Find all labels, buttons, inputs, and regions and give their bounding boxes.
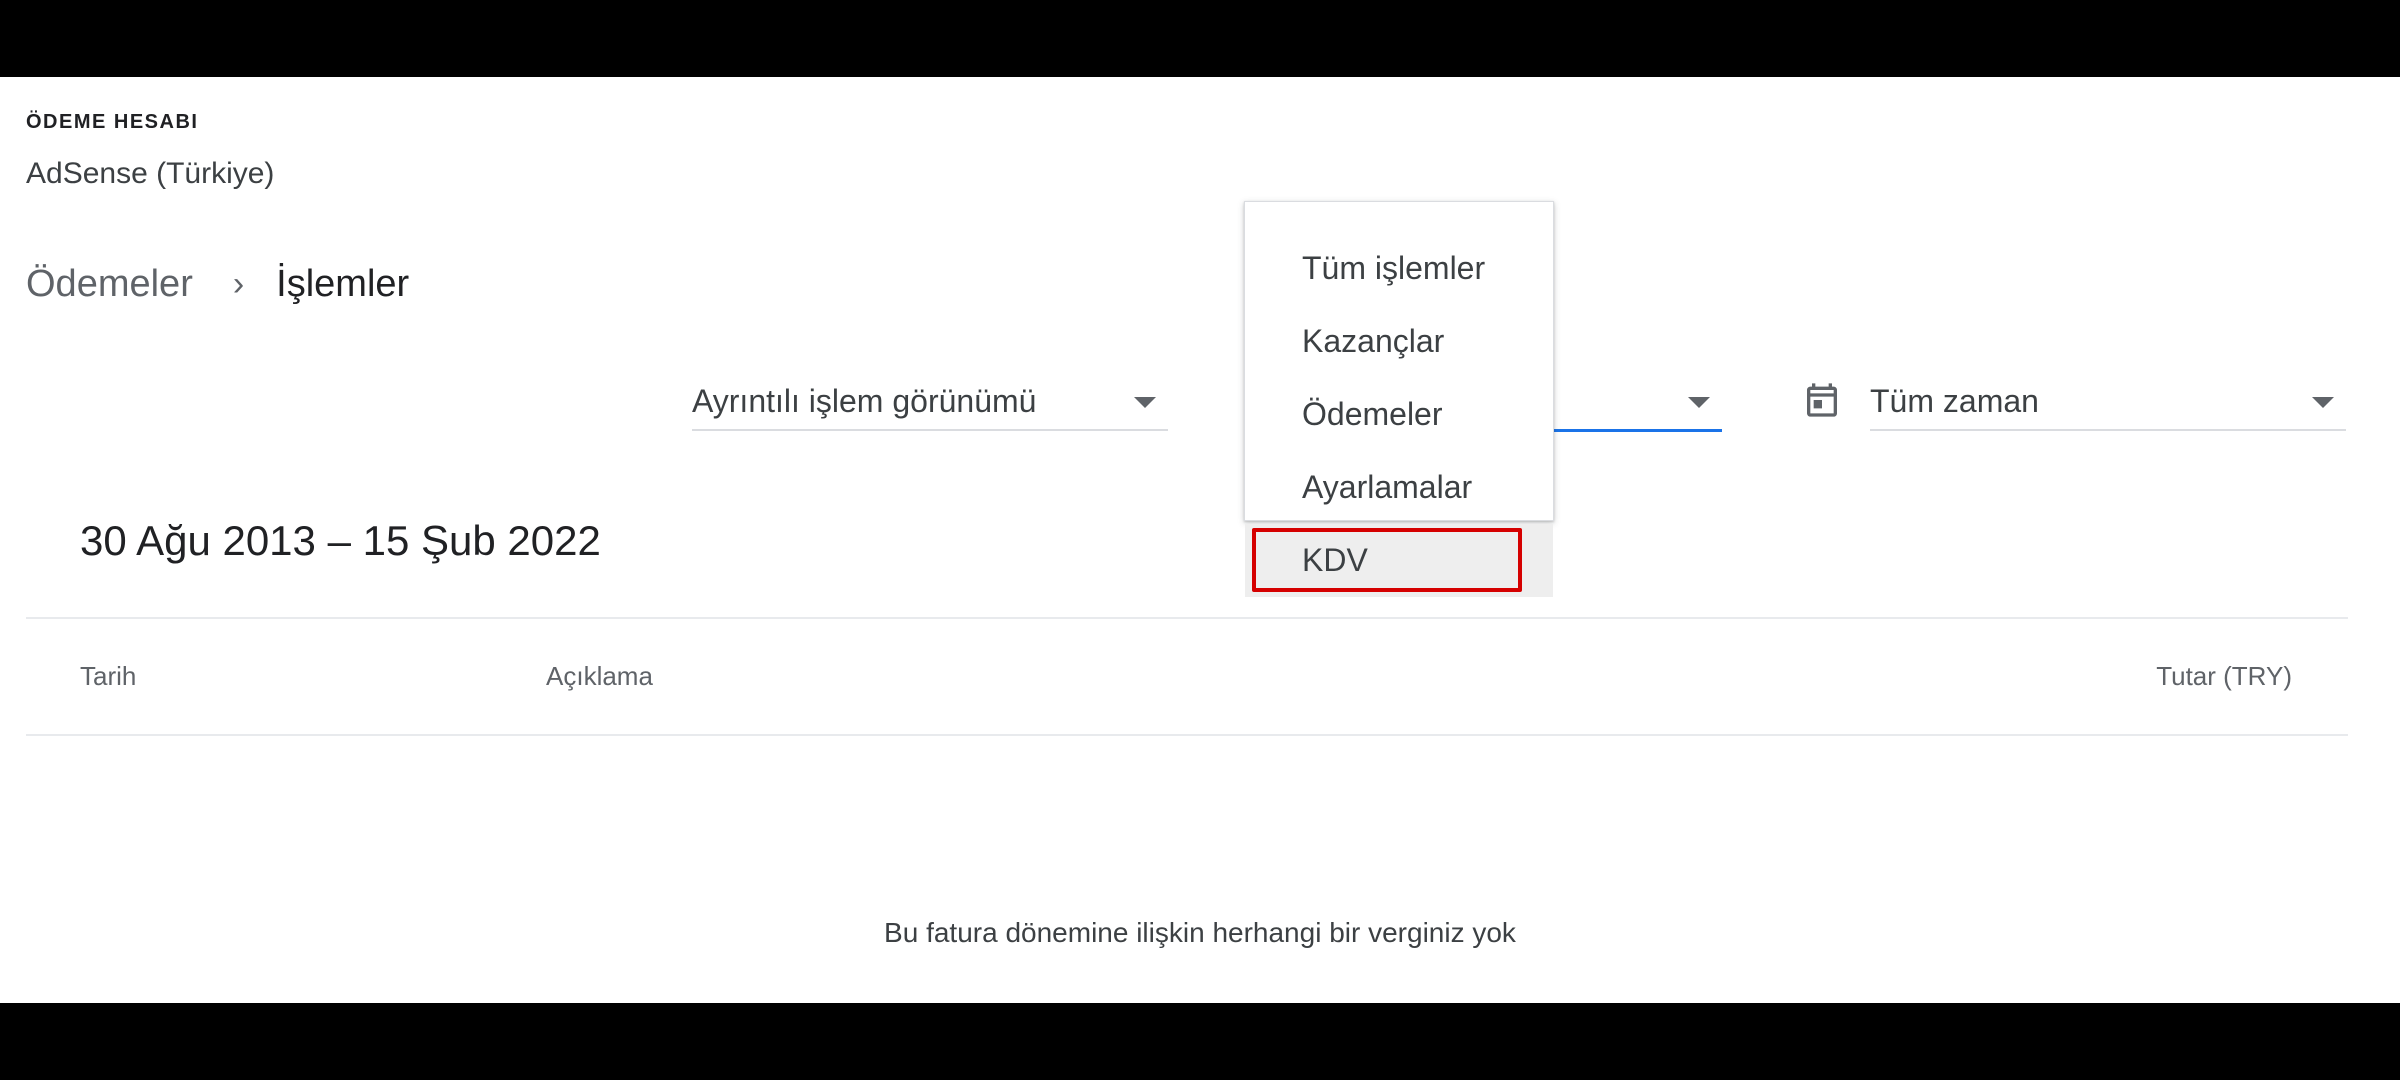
account-name: AdSense (Türkiye) bbox=[26, 157, 275, 190]
table-divider bbox=[26, 734, 2348, 736]
view-select-value: Ayrıntılı işlem görünümü bbox=[692, 382, 1037, 419]
letterbox-top bbox=[0, 0, 2400, 77]
column-header-description: Açıklama bbox=[546, 661, 653, 691]
chevron-right-icon: › bbox=[232, 264, 245, 303]
dropdown-arrow-icon bbox=[2312, 397, 2334, 408]
account-eyebrow: ÖDEME HESABI bbox=[26, 111, 199, 133]
highlight-annotation-box bbox=[1252, 528, 1522, 592]
column-header-date: Tarih bbox=[80, 661, 137, 691]
column-header-amount: Tutar (TRY) bbox=[2156, 661, 2292, 691]
breadcrumb: Ödemeler › İşlemler bbox=[26, 259, 409, 309]
menu-item-all-transactions[interactable]: Tüm işlemler bbox=[1245, 232, 1553, 305]
table-divider bbox=[26, 617, 2348, 619]
dropdown-arrow-icon bbox=[1688, 397, 1710, 408]
empty-state-message: Bu fatura dönemine ilişkin herhangi bir … bbox=[884, 917, 1516, 948]
transactions-page: ÖDEME HESABI AdSense (Türkiye) Ödemeler … bbox=[0, 77, 2400, 1003]
calendar-icon[interactable] bbox=[1802, 378, 1842, 422]
menu-item-vat[interactable]: KDV bbox=[1245, 524, 1553, 597]
transaction-type-menu: Tüm işlemler Kazançlar Ödemeler Ayarlama… bbox=[1244, 201, 1554, 597]
menu-item-adjustments[interactable]: Ayarlamalar bbox=[1245, 451, 1553, 524]
view-select[interactable]: Ayrıntılı işlem görünümü bbox=[692, 373, 1168, 431]
dropdown-arrow-icon bbox=[1134, 397, 1156, 408]
menu-item-payments[interactable]: Ödemeler bbox=[1245, 378, 1553, 451]
letterbox-bottom bbox=[0, 1003, 2400, 1080]
date-range-title: 30 Ağu 2013 – 15 Şub 2022 bbox=[80, 517, 601, 564]
breadcrumb-payments-link[interactable]: Ödemeler bbox=[26, 263, 193, 306]
time-range-select[interactable]: Tüm zaman bbox=[1870, 373, 2346, 431]
menu-item-earnings[interactable]: Kazançlar bbox=[1245, 305, 1553, 378]
time-range-value: Tüm zaman bbox=[1870, 382, 2039, 419]
breadcrumb-current: İşlemler bbox=[276, 262, 410, 305]
